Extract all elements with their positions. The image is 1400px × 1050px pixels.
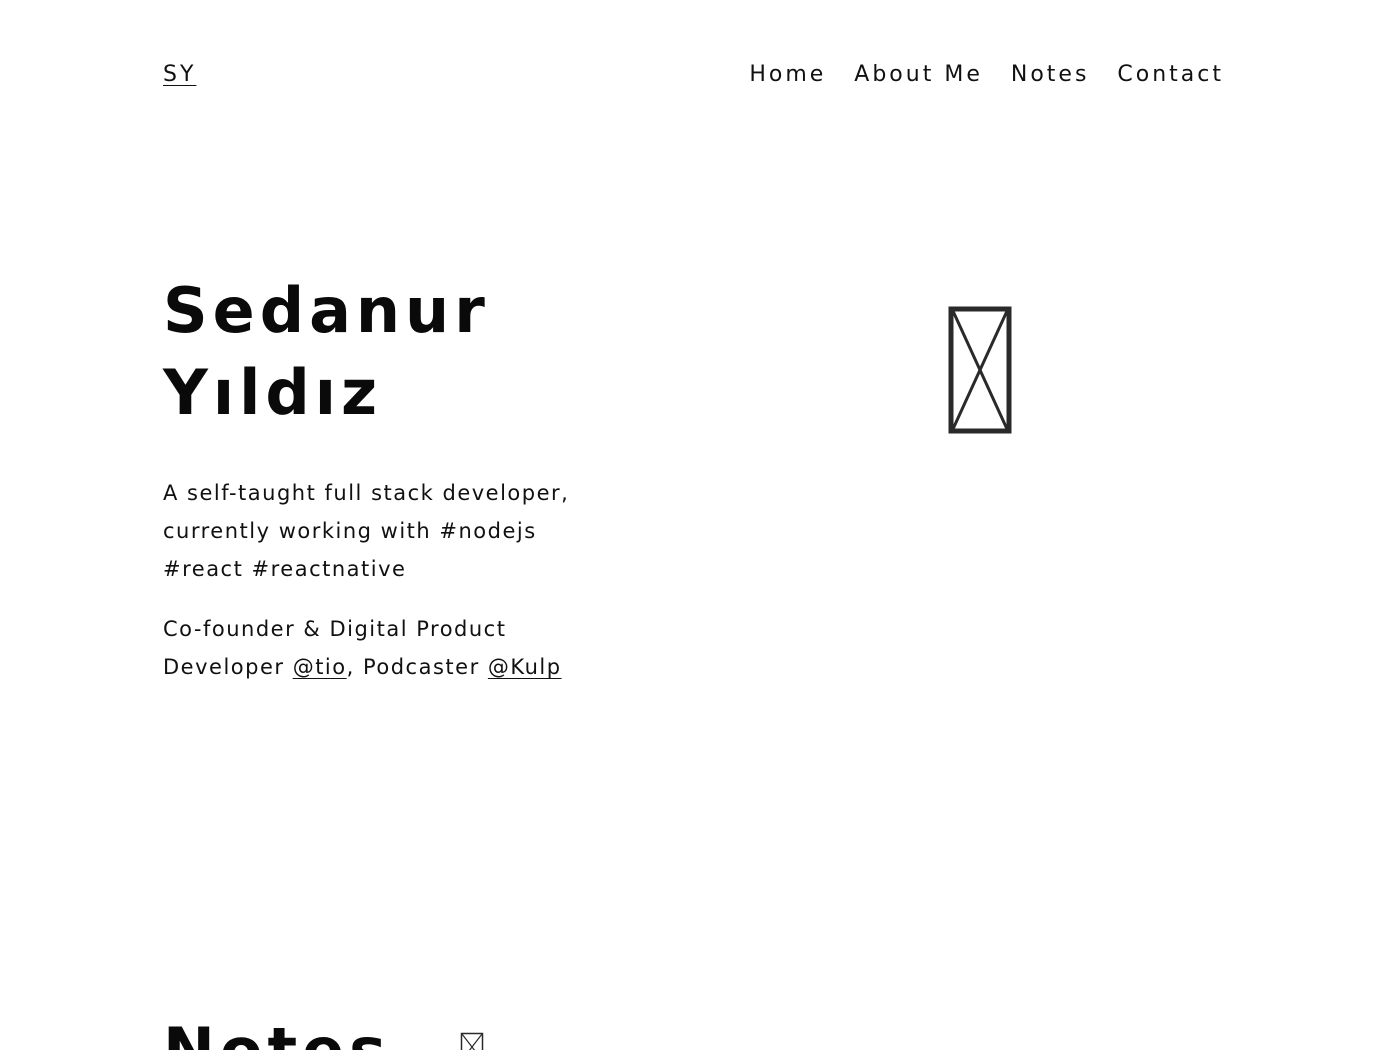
kulp-link[interactable]: @Kulp [488, 655, 562, 679]
bio-line: #react #reactnative [163, 557, 407, 581]
hero-name: Sedanur Yıldız [163, 270, 490, 434]
nav-notes[interactable]: Notes [1011, 62, 1090, 87]
page: SY Home About Me Notes Contact Sedanur Y… [0, 0, 1400, 1050]
logo-link[interactable]: SY [163, 62, 196, 87]
hero-role: Co-founder & Digital Product Developer @… [163, 610, 683, 686]
role-middle: , Podcaster [346, 655, 488, 679]
tio-link[interactable]: @tio [293, 655, 347, 679]
role-line: Co-founder & Digital Product [163, 617, 507, 641]
broken-image-icon [948, 306, 1012, 434]
nav-about-me[interactable]: About Me [854, 62, 983, 87]
role-prefix: Developer [163, 655, 293, 679]
hero-name-last: Yıldız [163, 356, 383, 429]
nav-home[interactable]: Home [749, 62, 826, 87]
broken-image-icon [460, 1032, 484, 1050]
hero-bio: A self-taught full stack developer, curr… [163, 474, 683, 588]
bio-line: A self-taught full stack developer, [163, 481, 570, 505]
nav-contact[interactable]: Contact [1117, 62, 1224, 87]
main-nav: Home About Me Notes Contact [749, 62, 1224, 87]
notes-heading: Notes [163, 1010, 391, 1050]
bio-line: currently working with #nodejs [163, 519, 537, 543]
hero-name-first: Sedanur [163, 274, 490, 347]
